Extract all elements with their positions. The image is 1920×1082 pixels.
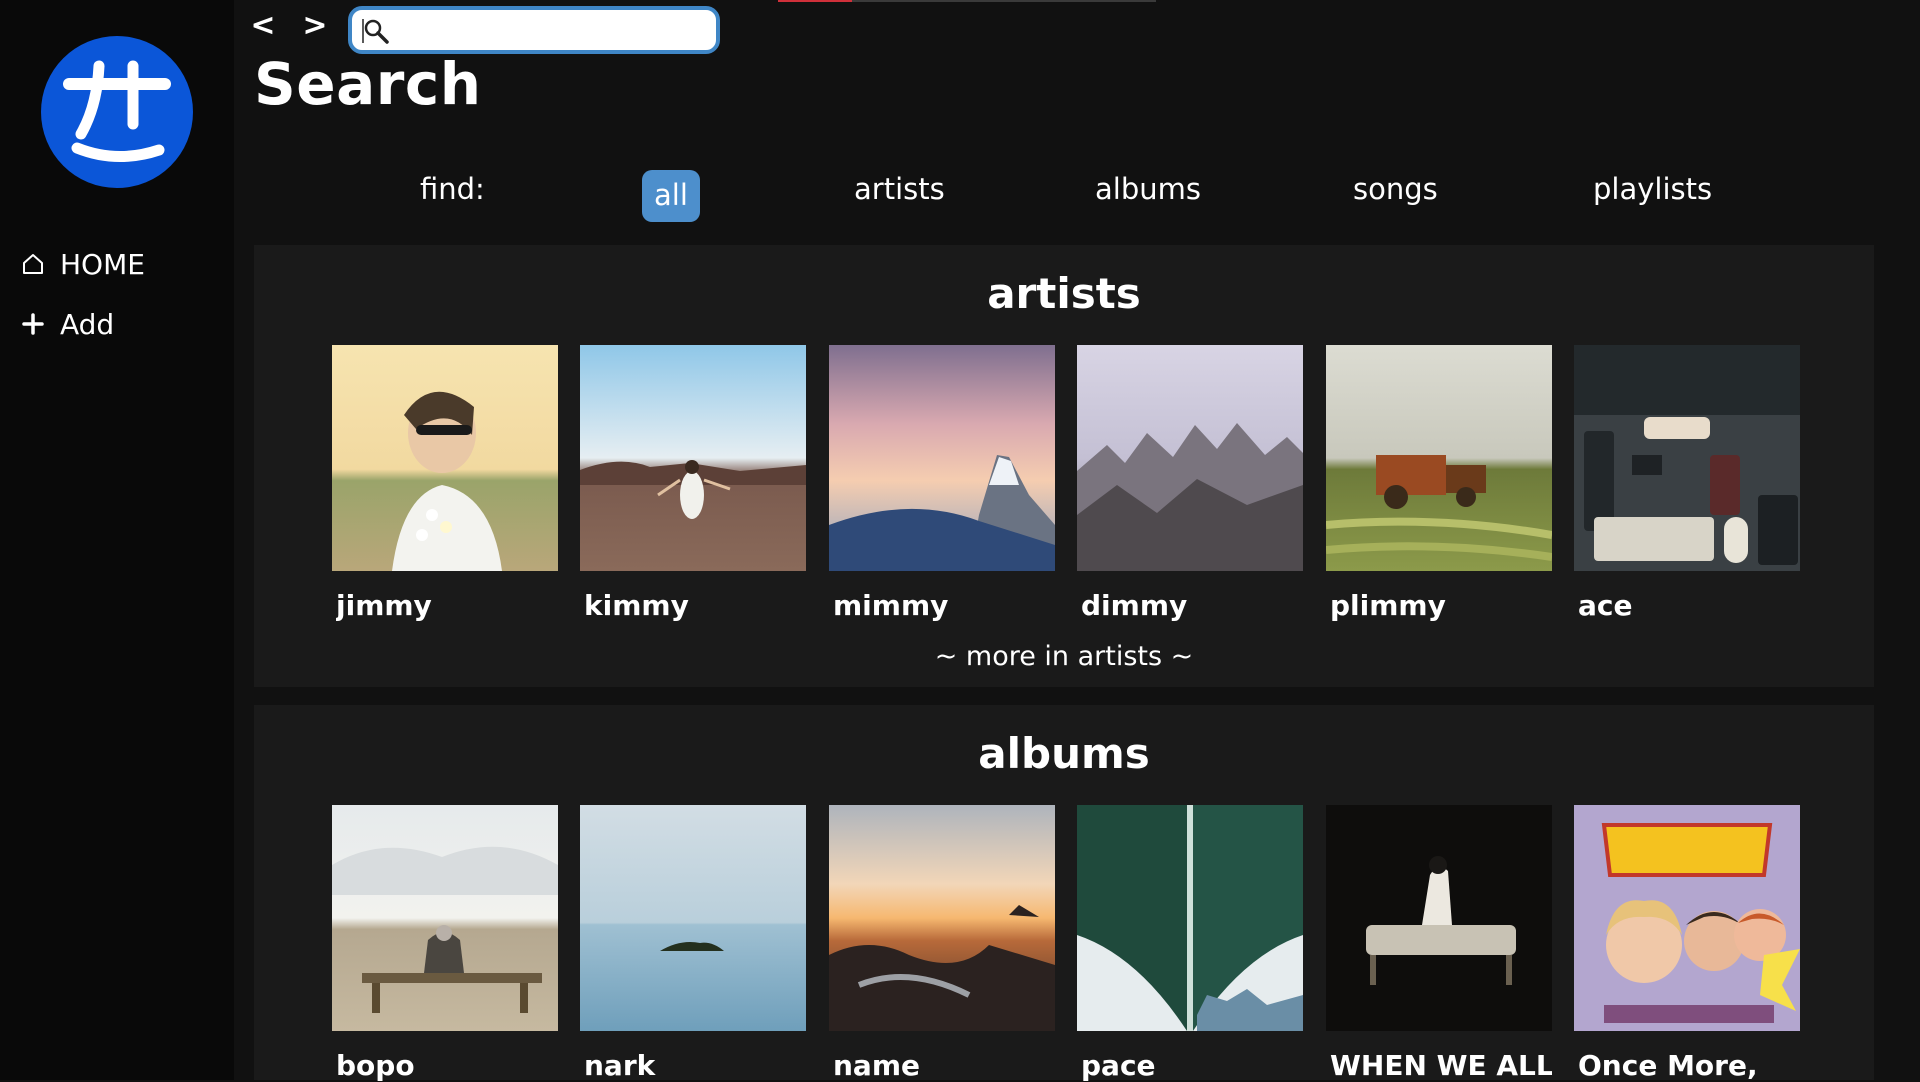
album-name: nark <box>584 1049 656 1082</box>
artist-card[interactable]: kimmy <box>580 345 806 622</box>
album-name: Once More, <box>1578 1049 1758 1082</box>
album-cover <box>1326 805 1552 1031</box>
album-cover <box>1574 805 1800 1031</box>
sidebar-item-label: HOME <box>60 247 145 281</box>
artist-name: mimmy <box>833 589 949 622</box>
artist-card[interactable]: plimmy <box>1326 345 1552 622</box>
album-card[interactable]: name <box>829 805 1055 1082</box>
album-name: bopo <box>336 1049 415 1082</box>
search-box[interactable] <box>348 6 720 54</box>
search-icon <box>362 19 389 44</box>
album-card[interactable]: nark <box>580 805 806 1082</box>
album-card[interactable]: pace <box>1077 805 1303 1082</box>
album-card[interactable]: Once More, <box>1574 805 1800 1082</box>
album-name: pace <box>1081 1049 1156 1082</box>
tab-artists[interactable]: artists <box>854 172 945 206</box>
sidebar-item-add[interactable]: Add <box>20 304 114 344</box>
main-content: < > Search find: all artists albums song… <box>234 0 1920 1082</box>
home-icon <box>20 250 46 278</box>
tab-playlists[interactable]: playlists <box>1593 172 1712 206</box>
filter-label: find: <box>420 172 485 206</box>
artist-card[interactable]: dimmy <box>1077 345 1303 622</box>
album-card[interactable]: bopo <box>332 805 558 1082</box>
plus-icon <box>20 310 46 338</box>
artist-name: kimmy <box>584 589 689 622</box>
artist-image <box>332 345 558 571</box>
album-card[interactable]: WHEN WE ALL <box>1326 805 1552 1082</box>
search-input[interactable] <box>352 10 716 50</box>
more-artists-link[interactable]: ~ more in artists ~ <box>254 641 1874 672</box>
sidebar-item-home[interactable]: HOME <box>20 244 145 284</box>
albums-section: albums bopo nark name pace WHEN WE ALL O… <box>254 705 1874 1082</box>
forward-button[interactable]: > <box>300 8 330 43</box>
album-cover <box>580 805 806 1031</box>
artists-section: artists jimmy kimmy mimmy dimmy plimmy a… <box>254 245 1874 687</box>
artist-name: jimmy <box>336 589 432 622</box>
album-cover <box>332 805 558 1031</box>
artist-image <box>829 345 1055 571</box>
artist-card[interactable]: mimmy <box>829 345 1055 622</box>
tab-all[interactable]: all <box>642 170 700 222</box>
albums-section-title: albums <box>978 729 1150 778</box>
artist-image <box>1077 345 1303 571</box>
artists-section-title: artists <box>987 269 1141 318</box>
album-name: name <box>833 1049 920 1082</box>
artist-image <box>1326 345 1552 571</box>
album-cover <box>1077 805 1303 1031</box>
album-name: WHEN WE ALL <box>1330 1049 1552 1082</box>
artist-card[interactable]: ace <box>1574 345 1800 622</box>
tab-songs[interactable]: songs <box>1353 172 1438 206</box>
artist-card[interactable]: jimmy <box>332 345 558 622</box>
album-cover <box>829 805 1055 1031</box>
app-logo[interactable] <box>41 36 193 188</box>
page-title: Search <box>254 50 482 118</box>
top-progress-fill <box>778 0 852 2</box>
artist-image <box>580 345 806 571</box>
sidebar-item-label: Add <box>60 307 115 341</box>
artist-name: dimmy <box>1081 589 1188 622</box>
tab-albums[interactable]: albums <box>1095 172 1201 206</box>
artist-name: plimmy <box>1330 589 1446 622</box>
back-button[interactable]: < <box>248 8 278 43</box>
artist-image <box>1574 345 1800 571</box>
artist-name: ace <box>1578 589 1633 622</box>
sidebar: HOME Add <box>0 0 234 1080</box>
